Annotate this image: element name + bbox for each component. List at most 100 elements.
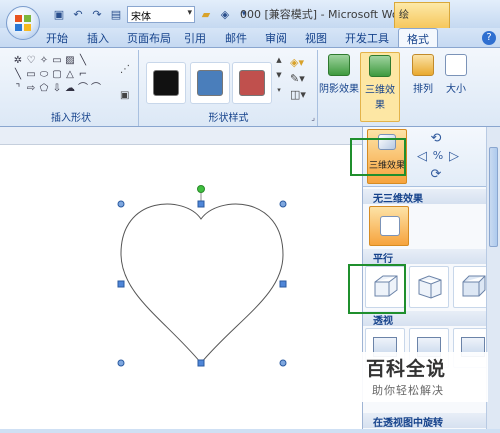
style-gallery-scroll[interactable]: ▲ ▼ ▾ <box>274 56 284 104</box>
no-3d-header: 无三维效果 <box>363 189 488 205</box>
tab-review[interactable]: 审阅 <box>265 30 287 46</box>
rounded-rect-icon[interactable]: ▢ <box>51 68 63 81</box>
watermark-subtitle: 助你轻松解决 <box>372 384 444 397</box>
tab-mailings[interactable]: 邮件 <box>225 30 247 46</box>
pane-scrollbar[interactable] <box>486 127 500 429</box>
resize-handle-bottom[interactable] <box>197 359 205 367</box>
arc-shape-icon[interactable]: ⌒ <box>90 82 102 95</box>
star-shape-icon[interactable]: ✲ <box>12 54 24 67</box>
parallel-option-2[interactable] <box>409 266 449 308</box>
line-shape-icon[interactable]: ╲ <box>77 54 89 67</box>
elbow-line-icon[interactable]: ⌐ <box>77 68 89 81</box>
shadow-effects-icon <box>328 54 350 76</box>
title-bar: ▣ ↶ ↷ ▤ 宋体 ▰ ◈ ▾ 000 [兼容模式] - Microsoft … <box>0 0 500 28</box>
resize-handle-left[interactable] <box>117 280 125 288</box>
insert-shapes-label: 插入形状 <box>51 113 91 124</box>
3d-effects-button[interactable]: 三维效果 <box>360 52 400 122</box>
oval-shape-icon[interactable]: ⬭ <box>38 68 50 81</box>
blank-shape-icon <box>103 68 115 81</box>
gallery-more-icon[interactable]: ▾ <box>274 86 284 101</box>
blank-shape-icon <box>103 54 115 67</box>
tab-home[interactable]: 开始 <box>46 30 68 46</box>
size-button[interactable]: 大小 <box>436 52 476 95</box>
quick-access-toolbar: ▣ ↶ ↷ ▤ 宋体 ▰ ◈ ▾ <box>40 5 252 23</box>
tab-insert[interactable]: 插入 <box>87 30 109 46</box>
size-icon <box>445 54 467 76</box>
3d-effects-icon <box>369 55 391 77</box>
picture-shape-icon[interactable]: ▨ <box>64 54 76 67</box>
shadow-effects-label: 阴影效果 <box>319 84 359 95</box>
change-shape-icon[interactable]: ◫▾ <box>290 88 306 104</box>
style-swatch-blue[interactable] <box>197 70 223 96</box>
tab-developer[interactable]: 开发工具 <box>345 30 389 46</box>
tilt-up-icon[interactable]: ⟲ <box>429 131 443 146</box>
undo-icon[interactable]: ↶ <box>70 6 86 22</box>
ribbon-tabs: 开始 插入 页面布局 引用 邮件 审阅 视图 开发工具 格式 <box>0 28 500 49</box>
rectangle-shape-icon[interactable]: ▭ <box>25 68 37 81</box>
star4-shape-icon[interactable]: ✧ <box>38 54 50 67</box>
arrow-down-icon[interactable]: ⇩ <box>51 82 63 95</box>
pentagon-shape-icon[interactable]: ⬠ <box>38 82 50 95</box>
document-page[interactable] <box>0 144 362 429</box>
textbox-shape-icon[interactable]: ▭ <box>51 54 63 67</box>
resize-handle-top[interactable] <box>197 200 205 208</box>
style-swatch-black[interactable] <box>153 70 179 96</box>
toggle-3d-icon[interactable]: % <box>431 149 445 162</box>
pane-scroll-thumb[interactable] <box>489 147 498 247</box>
tab-references[interactable]: 引用 <box>184 30 206 46</box>
textbox-icon[interactable]: ▣ <box>120 90 129 101</box>
no-3d-option[interactable] <box>369 206 409 246</box>
ribbon-shape-icon[interactable]: ⌒ <box>77 82 89 95</box>
shapes-icon[interactable]: ◈ <box>217 6 233 22</box>
gallery-down-icon[interactable]: ▼ <box>274 71 284 86</box>
redo-icon[interactable]: ↷ <box>89 6 105 22</box>
context-tab-group-title: 绘 <box>394 2 450 28</box>
resize-handle-bottom-right[interactable] <box>279 359 287 367</box>
arrange-icon <box>412 54 434 76</box>
shape-styles-label: 形状样式 <box>208 113 249 124</box>
tilt-down-icon[interactable]: ⟳ <box>429 167 443 182</box>
style-swatch-red[interactable] <box>239 70 265 96</box>
heart-shape-icon[interactable]: ♡ <box>25 54 37 67</box>
highlight-3d-effects-button <box>350 138 406 176</box>
connector-icon[interactable]: ⌝ <box>12 82 24 95</box>
cube-oblique-icon <box>418 275 442 299</box>
save-icon[interactable]: ▣ <box>51 6 67 22</box>
open-folder-icon[interactable]: ▰ <box>198 6 214 22</box>
office-button[interactable] <box>6 6 40 40</box>
cloud-shape-icon[interactable]: ☁ <box>64 82 76 95</box>
watermark: 百科全说 助你轻松解决 <box>362 352 488 402</box>
parallel-header: 平行 <box>363 249 488 265</box>
arrow-right-icon[interactable]: ⇨ <box>25 82 37 95</box>
blank-shape-icon <box>103 82 115 95</box>
print-preview-icon[interactable]: ▤ <box>108 6 124 22</box>
shape-gallery[interactable]: ✲ ♡ ✧ ▭ ▨ ╲ ╲ ▭ ⬭ ▢ △ ⌐ ⌝ ⇨ ⬠ ⇩ ☁ ⌒ ⌒ <box>12 54 115 95</box>
tab-view[interactable]: 视图 <box>305 30 327 46</box>
ribbon: ✲ ♡ ✧ ▭ ▨ ╲ ╲ ▭ ⬭ ▢ △ ⌐ ⌝ ⇨ ⬠ ⇩ ☁ ⌒ ⌒ ⋰ … <box>0 47 500 127</box>
fill-tools: ◈▾ ✎▾ ◫▾ <box>290 56 306 104</box>
shape-styles-group: ▲ ▼ ▾ ◈▾ ✎▾ ◫▾ ⌟ 形状样式 <box>140 50 318 126</box>
gallery-up-icon[interactable]: ▲ <box>274 56 284 71</box>
tab-page-layout[interactable]: 页面布局 <box>127 30 171 46</box>
3d-effects-label: 三维效果 <box>365 85 395 111</box>
fill-color-icon[interactable]: ◈▾ <box>290 56 306 72</box>
edit-points-icon[interactable]: ⋰ <box>120 64 130 75</box>
diagonal-line-icon[interactable]: ╲ <box>12 68 24 81</box>
line-color-icon[interactable]: ✎▾ <box>290 72 306 88</box>
resize-handle-top-right[interactable] <box>279 200 287 208</box>
size-label: 大小 <box>446 84 466 95</box>
help-icon[interactable]: ? <box>482 31 496 45</box>
heart-shape[interactable] <box>120 203 284 364</box>
shadow-effects-button[interactable]: 阴影效果 <box>319 52 359 95</box>
tab-format[interactable]: 格式 <box>398 28 438 49</box>
tilt-left-icon[interactable]: ◁ <box>415 149 429 164</box>
resize-handle-right[interactable] <box>279 280 287 288</box>
resize-handle-bottom-left[interactable] <box>117 359 125 367</box>
heart-shape-canvas <box>117 185 287 367</box>
rotation-handle[interactable] <box>197 185 205 193</box>
font-name-box[interactable]: 宋体 <box>127 5 195 23</box>
resize-handle-top-left[interactable] <box>117 200 125 208</box>
triangle-shape-icon[interactable]: △ <box>64 68 76 81</box>
blank-shape-icon <box>90 68 102 81</box>
tilt-right-icon[interactable]: ▷ <box>447 149 461 164</box>
